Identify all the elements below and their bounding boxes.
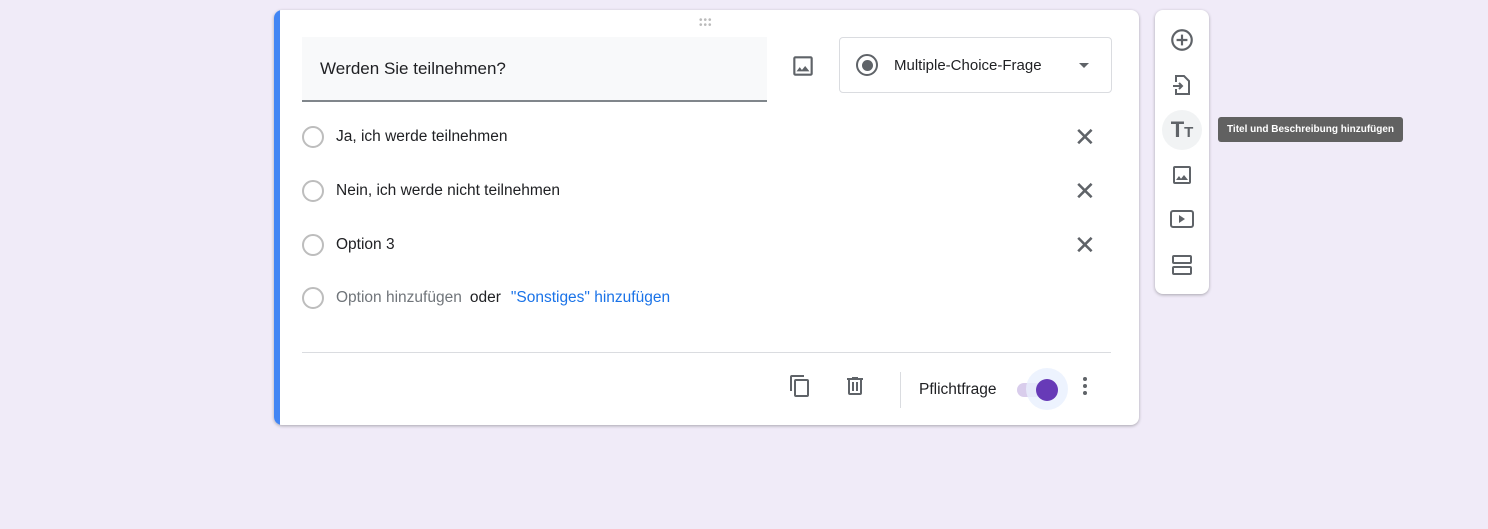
add-circle-icon — [1171, 29, 1193, 51]
required-label: Pflichtfrage — [919, 381, 997, 398]
option-row[interactable]: Nein, ich werde nicht teilnehmen — [302, 179, 560, 203]
question-title-input[interactable]: Werden Sie teilnehmen? — [302, 37, 767, 102]
delete-icon[interactable] — [843, 374, 867, 398]
radio-icon — [302, 180, 324, 202]
add-title-button[interactable]: TT — [1162, 110, 1202, 150]
add-video-button[interactable] — [1167, 204, 1197, 234]
more-options-icon[interactable] — [1082, 377, 1088, 398]
add-other-link[interactable]: "Sonstiges" hinzufügen — [511, 289, 670, 307]
chevron-down-icon — [1079, 63, 1089, 73]
question-card: ••• ••• Werden Sie teilnehmen? Multiple-C… — [274, 10, 1139, 425]
drag-handle-icon[interactable]: ••• ••• — [699, 16, 713, 31]
or-text: oder — [469, 289, 501, 306]
add-image-icon[interactable] — [790, 53, 816, 79]
option-label[interactable]: Ja, ich werde teilnehmen — [336, 128, 507, 146]
question-type-label: Multiple-Choice-Frage — [894, 56, 1042, 74]
radio-icon — [302, 234, 324, 256]
add-option-row: Option hinzufügen oder "Sonstiges" hinzufü… — [302, 286, 670, 310]
option-label[interactable]: Nein, ich werde nicht teilnehmen — [336, 182, 560, 200]
add-option-button[interactable]: Option hinzufügen — [336, 289, 462, 307]
duplicate-icon[interactable] — [788, 374, 812, 398]
floating-toolbar: TT — [1155, 10, 1209, 294]
question-type-dropdown[interactable]: Multiple-Choice-Frage — [839, 37, 1112, 93]
image-icon — [1173, 166, 1191, 184]
divider — [302, 352, 1111, 353]
option-label[interactable]: Option 3 — [336, 236, 395, 254]
remove-option-icon[interactable]: ✕ — [1074, 124, 1096, 150]
radio-icon — [302, 287, 324, 309]
add-image-button[interactable] — [1167, 160, 1197, 190]
radio-icon — [856, 54, 878, 76]
import-questions-button[interactable] — [1167, 70, 1197, 100]
add-question-button[interactable] — [1167, 25, 1197, 55]
remove-option-icon[interactable]: ✕ — [1074, 178, 1096, 204]
toggle-knob[interactable] — [1036, 379, 1058, 401]
title-text-icon: TT — [1170, 117, 1194, 142]
add-section-button[interactable] — [1167, 250, 1197, 280]
section-icon — [1172, 255, 1192, 275]
radio-icon — [302, 126, 324, 148]
active-indicator — [274, 10, 280, 425]
video-icon — [1170, 210, 1194, 228]
import-icon — [1173, 75, 1190, 95]
tooltip: Titel und Beschreibung hinzufügen — [1218, 117, 1404, 142]
remove-option-icon[interactable]: ✕ — [1074, 232, 1096, 258]
option-row[interactable]: Ja, ich werde teilnehmen — [302, 125, 507, 149]
option-row[interactable]: Option 3 — [302, 233, 395, 257]
separator — [900, 372, 901, 408]
